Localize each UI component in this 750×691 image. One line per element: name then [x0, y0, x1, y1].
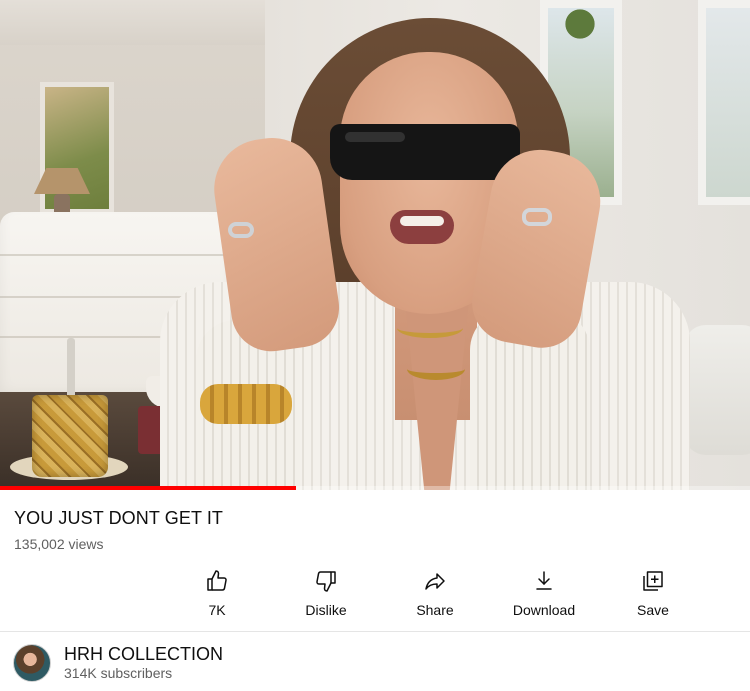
download-arrow-icon: [531, 568, 557, 594]
video-person-teeth: [400, 216, 444, 226]
video-ring-left: [228, 222, 254, 238]
share-button[interactable]: Share: [381, 568, 489, 622]
video-progress-bar[interactable]: [0, 486, 750, 490]
video-player[interactable]: [0, 0, 750, 490]
save-to-playlist-icon: [640, 568, 666, 594]
video-ceiling: [0, 0, 265, 45]
video-door-window: [40, 82, 114, 214]
channel-name[interactable]: HRH COLLECTION: [64, 644, 223, 665]
video-window-right: [698, 0, 750, 205]
channel-row[interactable]: HRH COLLECTION 314K subscribers: [0, 632, 750, 691]
thumbs-down-icon: [313, 568, 339, 594]
video-ring-right: [522, 208, 552, 226]
download-button[interactable]: Download: [490, 568, 598, 622]
subscriber-count: 314K subscribers: [64, 665, 173, 681]
video-gold-bracelet: [200, 384, 292, 424]
like-count: 7K: [208, 602, 226, 618]
share-label: Share: [416, 602, 454, 618]
download-label: Download: [512, 602, 576, 618]
view-count: 135,002 views: [14, 536, 104, 552]
video-palm: [560, 0, 600, 60]
video-sunglasses-shine: [345, 132, 405, 142]
like-button[interactable]: 7K: [163, 568, 271, 622]
dislike-button[interactable]: Dislike: [272, 568, 380, 622]
action-bar: 7K Dislike Share Download Save: [163, 568, 707, 624]
video-ottoman: [684, 325, 750, 455]
save-label: Save: [637, 602, 669, 618]
video-title: YOU JUST DONT GET IT: [14, 508, 224, 528]
video-chain-necklace: [407, 358, 465, 380]
save-button[interactable]: Save: [599, 568, 707, 622]
thumbs-up-icon: [204, 568, 230, 594]
channel-avatar[interactable]: [13, 644, 51, 682]
video-gold-cup: [32, 395, 108, 477]
video-progress-fill: [0, 486, 297, 490]
share-arrow-icon: [422, 568, 448, 594]
dislike-label: Dislike: [305, 602, 347, 618]
video-necklace: [397, 318, 463, 338]
